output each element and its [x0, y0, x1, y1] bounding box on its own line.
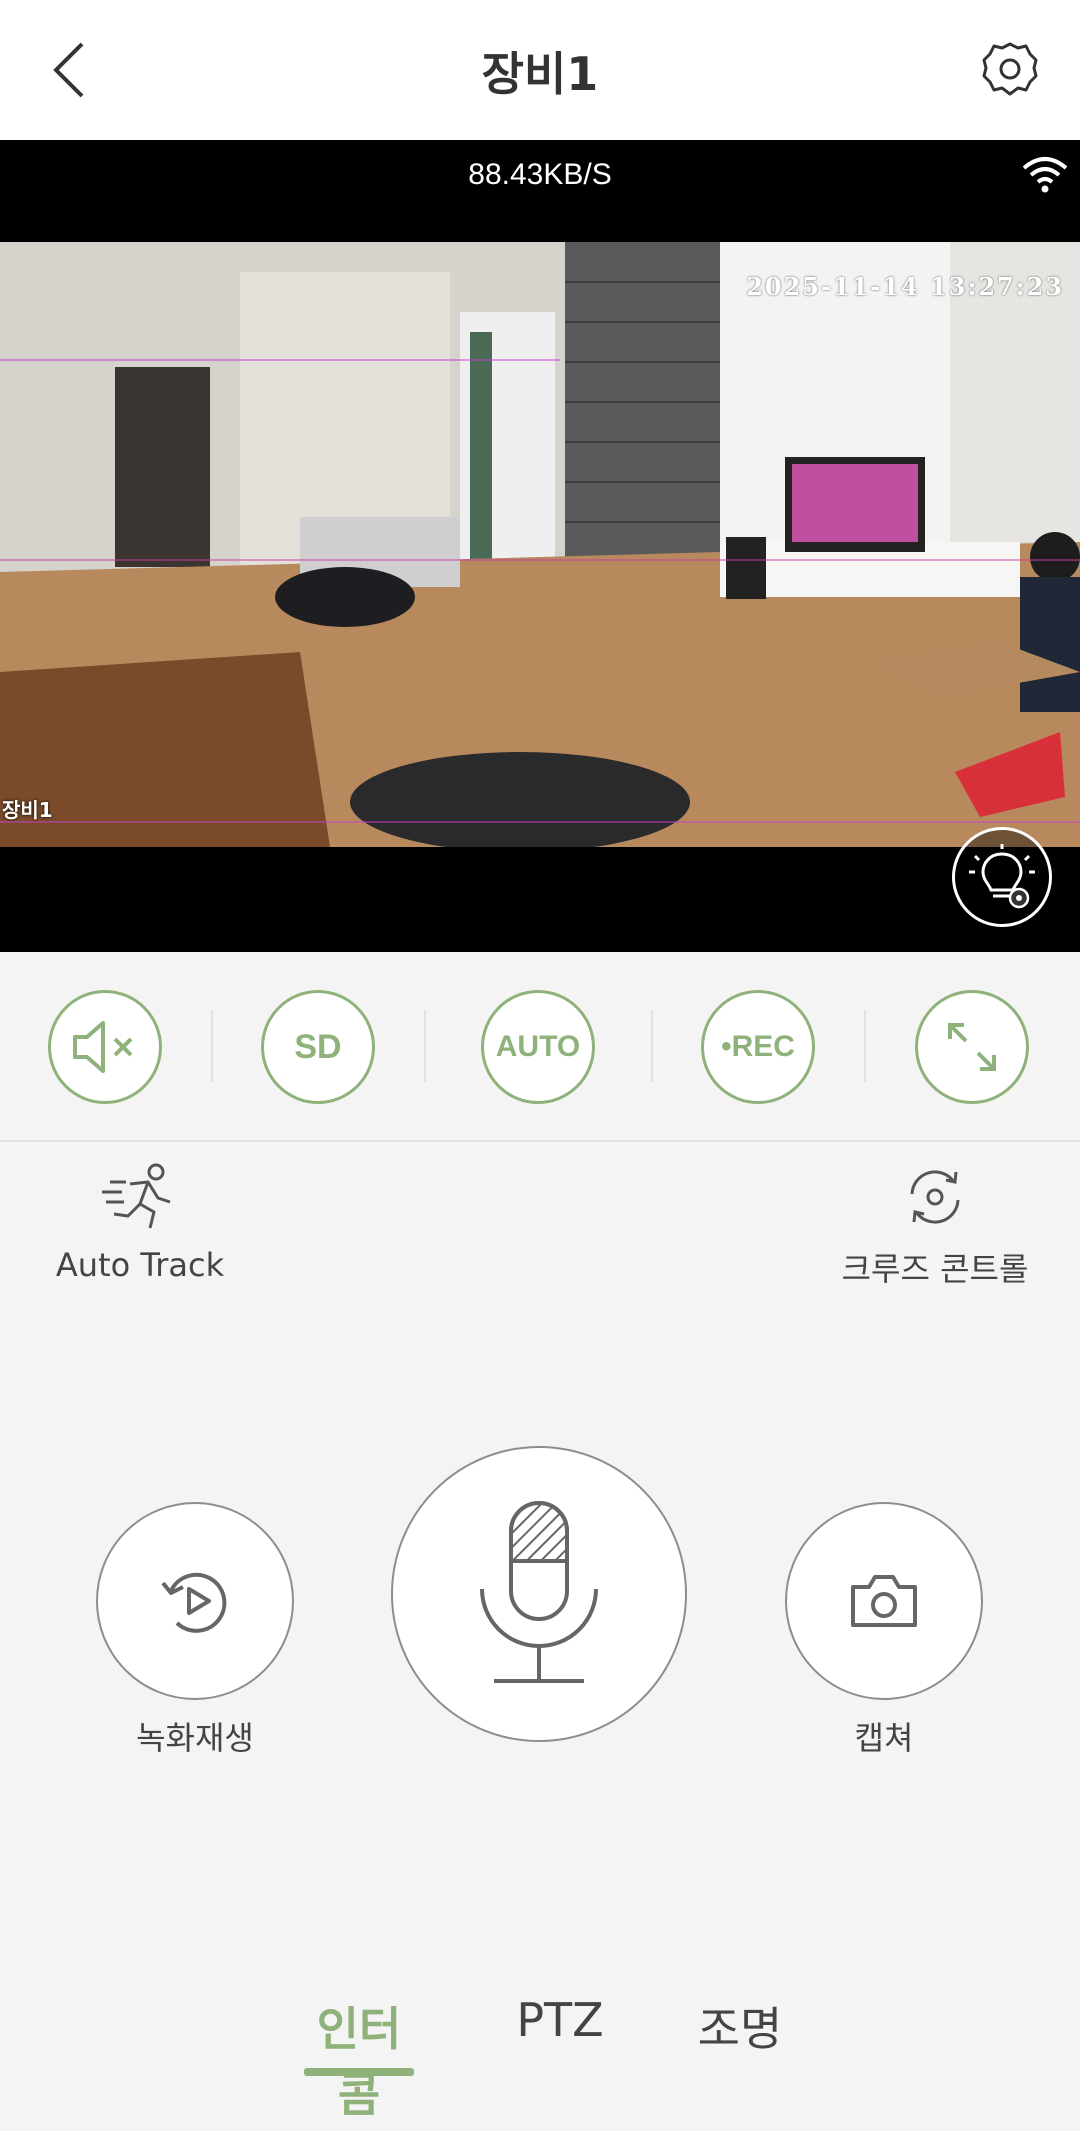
replay-icon	[161, 1572, 227, 1633]
tab-intercom[interactable]: 인터콤	[296, 1993, 422, 2125]
rec-button[interactable]: •REC	[701, 990, 815, 1104]
microphone-icon	[480, 1501, 598, 1683]
fullscreen-button[interactable]	[915, 990, 1029, 1104]
camera-scene-image	[0, 242, 1080, 847]
active-tab-indicator	[304, 2068, 414, 2076]
settings-button[interactable]	[970, 30, 1050, 110]
running-person-icon	[102, 1163, 171, 1229]
camera-icon	[851, 1575, 917, 1627]
camera-name-overlay: 장비1	[2, 798, 53, 822]
camera-feed[interactable]: 2025-11-14 13:27:23 장비1	[0, 242, 1080, 847]
playback-label: 녹화재생	[136, 1719, 254, 1757]
video-timestamp: 2025-11-14 13:27:23	[746, 272, 1064, 301]
tab-lighting[interactable]: 조명	[690, 1993, 790, 2059]
gear-icon	[982, 42, 1038, 96]
rotate-circle-icon	[910, 1170, 960, 1224]
auto-button[interactable]: AUTO	[481, 990, 595, 1104]
divider	[864, 1010, 866, 1082]
expand-icon	[948, 1023, 996, 1071]
cruise-control-button[interactable]: 크루즈 콘트롤	[830, 1164, 1040, 1290]
auto-track-label: Auto Track	[55, 1246, 225, 1284]
tab-ptz[interactable]: PTZ	[510, 1993, 610, 2047]
top-bar: 장비1	[0, 0, 1080, 140]
control-bar: SD AUTO •REC	[0, 952, 1080, 1142]
playback-button[interactable]	[96, 1502, 294, 1700]
light-settings-button[interactable]	[952, 827, 1052, 927]
bitrate-label: 88.43KB/S	[468, 158, 612, 191]
divider	[211, 1010, 213, 1082]
mute-button[interactable]	[48, 990, 162, 1104]
video-player[interactable]: 88.43KB/S 2025-11-14 13:27:23 장비1	[0, 140, 1080, 952]
capture-label: 캡쳐	[854, 1719, 914, 1757]
page-title: 장비1	[481, 47, 599, 101]
microphone-button[interactable]	[391, 1446, 687, 1742]
wifi-icon	[1022, 157, 1068, 193]
sd-button[interactable]: SD	[261, 990, 375, 1104]
divider	[651, 1010, 653, 1082]
speaker-muted-icon	[73, 1021, 133, 1073]
bulb-gear-icon	[969, 844, 1035, 909]
divider	[424, 1010, 426, 1082]
auto-track-button[interactable]: Auto Track	[40, 1162, 240, 1284]
capture-button[interactable]	[785, 1502, 983, 1700]
cruise-control-label: 크루즈 콘트롤	[841, 1250, 1029, 1288]
